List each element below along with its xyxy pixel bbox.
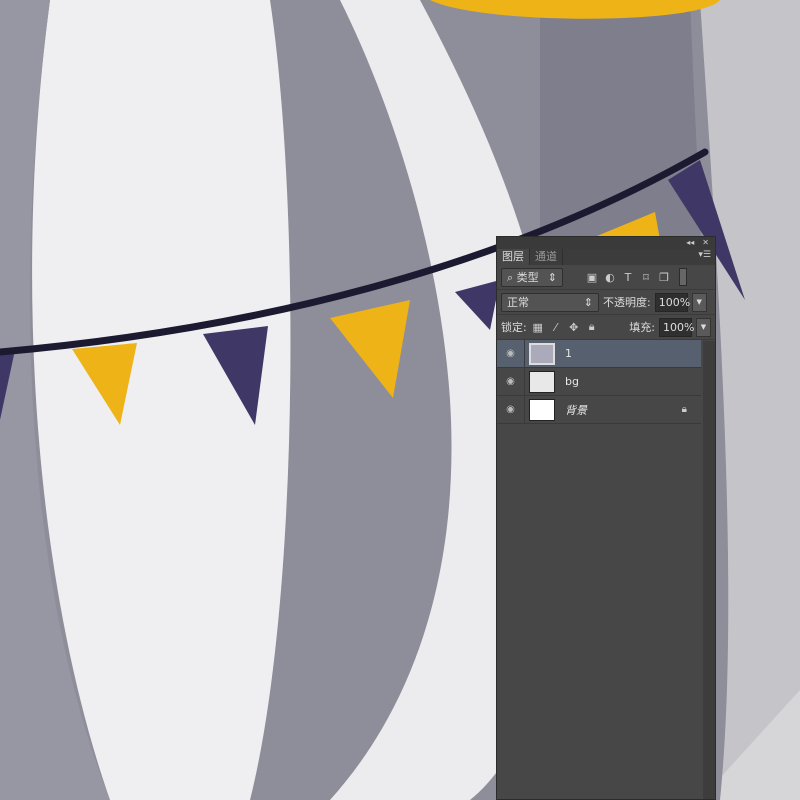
tab-layers[interactable]: 图层	[497, 249, 530, 265]
layer-name: 背景	[565, 403, 587, 417]
fill-input[interactable]: 100%	[659, 317, 694, 337]
smart-object-filter-icon[interactable]: ❐	[657, 271, 671, 284]
blend-mode-value: 正常	[507, 295, 529, 309]
eye-icon[interactable]: ◉	[497, 368, 525, 395]
lock-label: 锁定:	[501, 321, 527, 334]
tab-channels[interactable]: 通道	[530, 249, 563, 265]
shape-filter-icon[interactable]: ⌑	[639, 271, 653, 284]
layers-scrollbar[interactable]	[703, 341, 715, 799]
layer-thumbnail	[529, 370, 555, 393]
eye-icon[interactable]: ◉	[497, 340, 525, 367]
opacity-input[interactable]: 100%	[654, 292, 690, 312]
double-chevron-left-icon[interactable]: ◂◂	[686, 237, 694, 249]
opacity-dropdown-button[interactable]: ▼	[691, 292, 707, 312]
opacity-label: 不透明度:	[603, 296, 651, 309]
filter-toggle[interactable]	[679, 268, 687, 286]
lock-transparency-icon[interactable]: ▦	[531, 321, 545, 334]
fill-dropdown-button[interactable]: ▼	[696, 317, 711, 337]
image-filter-icon[interactable]: ▣	[585, 271, 599, 284]
lock-all-icon[interactable]: 🔒︎	[585, 320, 599, 334]
blend-mode-select[interactable]: 正常 ⇕	[501, 292, 599, 312]
layer-row[interactable]: ◉ 1	[497, 340, 701, 368]
layer-row[interactable]: ◉ 背景 🔒︎	[497, 396, 701, 424]
layer-thumbnail	[529, 398, 555, 421]
fill-label: 填充:	[629, 321, 655, 334]
lock-brush-icon[interactable]: ⁄	[549, 321, 563, 334]
search-icon: ⌕	[507, 270, 514, 284]
eye-icon[interactable]: ◉	[497, 396, 525, 423]
adjustment-filter-icon[interactable]: ◐	[603, 271, 617, 284]
text-filter-icon[interactable]: T	[621, 271, 635, 284]
close-icon[interactable]: ✕	[702, 237, 709, 249]
filter-label: 类型	[516, 270, 539, 284]
lock-move-icon[interactable]: ✥	[567, 321, 581, 334]
layer-name: bg	[565, 375, 579, 388]
layer-filter-select[interactable]: ⌕ 类型 ⇕	[501, 267, 563, 287]
layer-name: 1	[565, 347, 572, 360]
layer-thumbnail	[529, 342, 555, 365]
lock-icon: 🔒︎	[681, 404, 687, 415]
panel-menu-icon[interactable]: ▾☰	[698, 250, 711, 260]
layers-panel: ◂◂ ✕ 图层 通道 ▾☰ ⌕ 类型 ⇕ ▣ ◐ T ⌑ ❐ 正常 ⇕ 不透明度: …	[496, 236, 716, 800]
layer-row[interactable]: ◉ bg	[497, 368, 701, 396]
